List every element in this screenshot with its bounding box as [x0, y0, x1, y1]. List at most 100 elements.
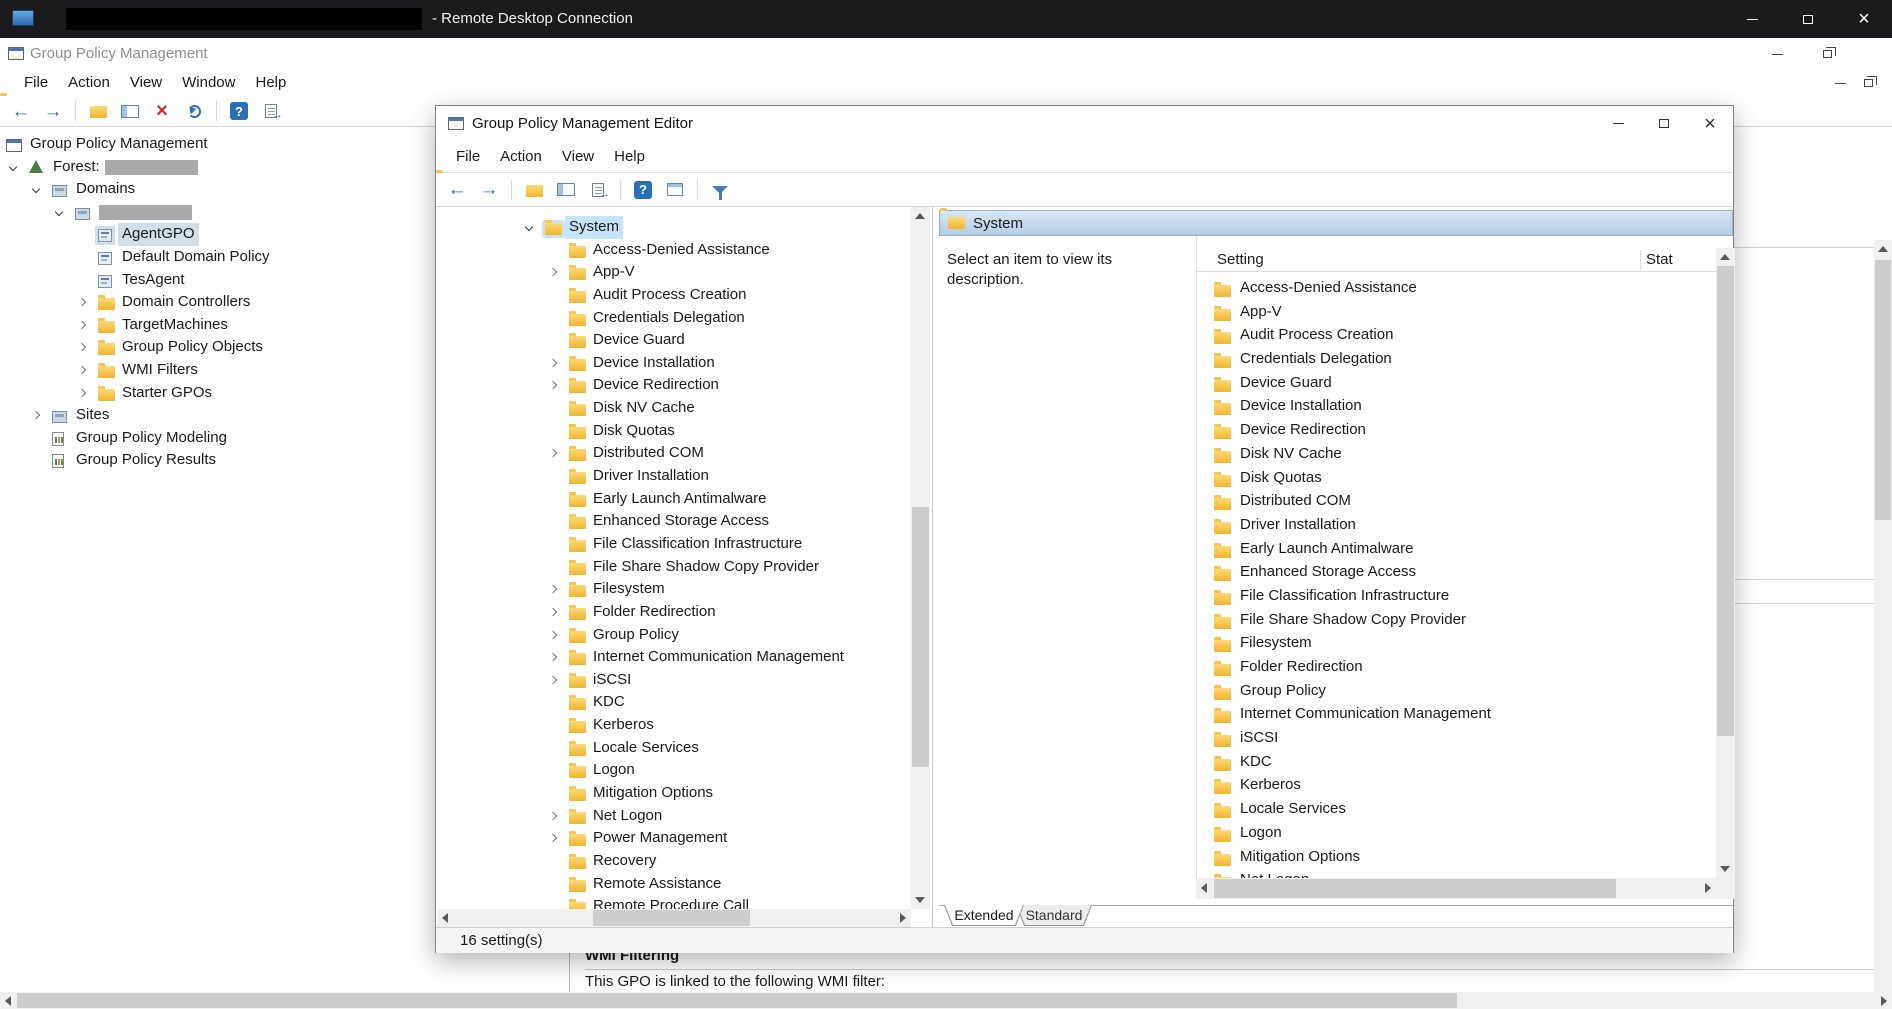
gpm-window-titlebar[interactable]: Group Policy Management — [0, 38, 1892, 70]
expand-chevron[interactable] — [8, 162, 18, 171]
tree-item[interactable]: Group Policy — [437, 624, 911, 647]
show-console-tree-button[interactable] — [117, 98, 143, 124]
expand-chevron[interactable] — [548, 381, 558, 390]
expand-chevron[interactable] — [548, 811, 558, 820]
scrollbar-thumb[interactable] — [593, 910, 750, 926]
column-state[interactable]: Stat — [1646, 248, 1673, 272]
expand-chevron[interactable] — [77, 365, 87, 375]
tree-item[interactable]: Recovery — [437, 850, 911, 873]
tree-item[interactable]: KDC — [437, 691, 911, 714]
tree-item[interactable]: iSCSI — [437, 669, 911, 692]
list-item[interactable]: Net Logon — [1196, 868, 1716, 878]
expand-chevron[interactable] — [31, 184, 41, 194]
scroll-down-icon[interactable] — [915, 897, 925, 903]
gpm-rightpane-vertical-scrollbar[interactable] — [1874, 240, 1892, 992]
expand-chevron[interactable] — [548, 607, 558, 617]
expand-chevron[interactable] — [548, 630, 558, 639]
tree-item[interactable]: Credentials Delegation — [437, 307, 911, 330]
tree-item[interactable]: Folder Redirection — [437, 601, 911, 624]
tree-item[interactable]: Remote Procedure Call — [437, 895, 911, 909]
scroll-down-icon[interactable] — [1720, 866, 1730, 872]
export-list-button[interactable] — [258, 98, 284, 124]
tree-horizontal-scrollbar[interactable] — [437, 909, 911, 927]
scroll-left-icon[interactable] — [442, 913, 448, 923]
refresh-button[interactable] — [181, 98, 207, 124]
expand-chevron[interactable] — [548, 268, 558, 277]
child-restore-button[interactable] — [1856, 73, 1880, 93]
forward-button[interactable]: → — [476, 177, 502, 203]
list-item[interactable]: Audit Process Creation — [1196, 323, 1716, 347]
tree-item[interactable]: File Classification Infrastructure — [437, 533, 911, 556]
list-item[interactable]: Disk Quotas — [1196, 466, 1716, 490]
expand-chevron[interactable] — [54, 207, 64, 217]
list-item[interactable]: KDC — [1196, 750, 1716, 774]
tree-item[interactable]: Kerberos — [437, 714, 911, 737]
expand-chevron[interactable] — [31, 410, 41, 420]
filter-button[interactable] — [707, 177, 733, 203]
tree-item[interactable]: Logon — [437, 759, 911, 782]
scrollbar-thumb[interactable] — [912, 507, 929, 767]
list-item[interactable]: Device Guard — [1196, 371, 1716, 395]
tree-item[interactable]: Mitigation Options — [437, 782, 911, 805]
list-item[interactable]: Filesystem — [1196, 631, 1716, 655]
tree-item[interactable]: File Share Shadow Copy Provider — [437, 556, 911, 579]
list-item[interactable]: Kerberos — [1196, 773, 1716, 797]
scrollbar-thumb[interactable] — [17, 993, 1457, 1008]
list-item[interactable]: Locale Services — [1196, 797, 1716, 821]
pane-splitter[interactable] — [932, 207, 933, 927]
expand-chevron[interactable] — [548, 652, 558, 662]
tree-item[interactable]: Locale Services — [437, 737, 911, 760]
scrollbar-thumb[interactable] — [1214, 879, 1616, 898]
tree-item[interactable]: Driver Installation — [437, 465, 911, 488]
expand-chevron[interactable] — [77, 388, 87, 397]
gpme-close-button[interactable]: × — [1687, 106, 1733, 141]
menu-item[interactable]: File — [446, 144, 490, 170]
list-item[interactable]: Disk NV Cache — [1196, 442, 1716, 466]
expand-chevron[interactable] — [548, 449, 558, 458]
list-item[interactable]: Access-Denied Assistance — [1196, 276, 1716, 300]
help-button[interactable]: ? — [630, 177, 656, 203]
tree-vertical-scrollbar[interactable] — [911, 207, 930, 909]
list-item[interactable]: Logon — [1196, 821, 1716, 845]
properties-button[interactable] — [662, 177, 688, 203]
gpme-minimize-button[interactable] — [1595, 106, 1641, 141]
list-item[interactable]: Driver Installation — [1196, 513, 1716, 537]
tree-item[interactable]: Early Launch Antimalware — [437, 488, 911, 511]
tree-item[interactable]: Distributed COM — [437, 442, 911, 465]
menu-item[interactable]: View — [120, 70, 172, 96]
expand-chevron[interactable] — [77, 320, 87, 329]
delete-button[interactable]: × — [149, 98, 175, 124]
scroll-up-icon[interactable] — [1878, 246, 1888, 252]
list-item[interactable]: Enhanced Storage Access — [1196, 560, 1716, 584]
list-item[interactable]: Folder Redirection — [1196, 655, 1716, 679]
menu-item[interactable]: View — [552, 144, 604, 170]
list-item[interactable]: Group Policy — [1196, 679, 1716, 703]
rdp-minimize-button[interactable] — [1724, 0, 1780, 38]
gpme-maximize-button[interactable] — [1641, 106, 1687, 141]
menu-item[interactable]: Help — [604, 144, 655, 170]
menu-item[interactable]: Window — [172, 70, 245, 96]
list-item[interactable]: Device Installation — [1196, 394, 1716, 418]
menu-item[interactable]: File — [14, 70, 58, 96]
column-setting[interactable]: Setting — [1217, 248, 1264, 272]
tree-item[interactable]: Audit Process Creation — [437, 284, 911, 307]
tree-item[interactable]: Internet Communication Management — [437, 646, 911, 669]
column-separator[interactable] — [1640, 250, 1641, 270]
expand-chevron[interactable] — [524, 222, 534, 232]
scroll-right-icon[interactable] — [1705, 883, 1711, 893]
list-item[interactable]: File Share Shadow Copy Provider — [1196, 608, 1716, 632]
list-horizontal-scrollbar[interactable] — [1196, 878, 1716, 899]
list-item[interactable]: Distributed COM — [1196, 489, 1716, 513]
scroll-right-icon[interactable] — [1881, 996, 1887, 1006]
scrollbar-thumb[interactable] — [1717, 266, 1734, 736]
tree-item[interactable]: Device Installation — [437, 352, 911, 375]
tree-item[interactable]: Device Redirection — [437, 374, 911, 397]
list-item[interactable]: iSCSI — [1196, 726, 1716, 750]
rdp-titlebar[interactable]: - Remote Desktop Connection × — [0, 0, 1892, 38]
rdp-close-button[interactable]: × — [1836, 0, 1892, 38]
gpme-titlebar[interactable]: Group Policy Management Editor — [436, 106, 1733, 142]
forward-button[interactable]: → — [40, 98, 66, 124]
tab-standard[interactable]: Standard — [1016, 905, 1092, 926]
up-one-level-button[interactable] — [521, 177, 547, 203]
tree-item[interactable]: Access-Denied Assistance — [437, 239, 911, 262]
